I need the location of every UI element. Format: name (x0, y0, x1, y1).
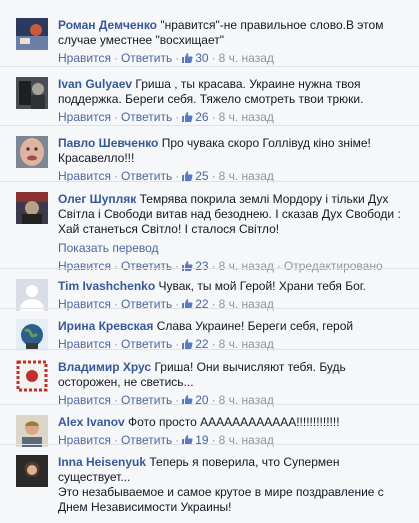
comment-item: Владимир Хрус Гриша! Они вычисляют тебя.… (0, 349, 419, 407)
comment-text: Фото просто АААААААААААА!!!!!!!!!!!!! (128, 415, 340, 429)
avatar[interactable] (16, 77, 48, 109)
avatar-photo-icon (16, 415, 48, 447)
comment-item: Павло Шевченко Про чувака скоро Голлівуд… (0, 125, 419, 183)
avatar[interactable] (16, 360, 48, 392)
comment-item: Inna Heisenyuk Теперь я поверила, что Су… (0, 444, 419, 523)
comments-feed: Роман Демченко "нравится"-не правильное … (0, 0, 419, 523)
thumbs-up-icon (182, 53, 193, 63)
timestamp[interactable]: 8 ч. назад (219, 110, 274, 124)
comment-author[interactable]: Роман Демченко (58, 18, 157, 32)
avatar-photo-icon (16, 136, 48, 168)
show-translation-link[interactable]: Показать перевод (58, 241, 159, 255)
timestamp[interactable]: 8 ч. назад (219, 51, 274, 65)
like-link[interactable]: Нравится (58, 110, 111, 124)
avatar-photo-icon (16, 360, 48, 392)
thumbs-up-icon (182, 339, 193, 349)
separator: · (175, 110, 180, 124)
avatar-photo-icon (16, 192, 48, 224)
like-link[interactable]: Нравится (58, 51, 111, 65)
like-count-value: 30 (195, 51, 209, 65)
separator: · (175, 51, 180, 65)
avatar[interactable] (16, 415, 48, 447)
avatar-photo-icon (16, 455, 48, 487)
comment-meta: Нравится · Ответить · 30 · 8 ч. назад (58, 50, 411, 66)
like-count[interactable]: 30 (182, 51, 209, 65)
comment-text: Чувак, ты мой Герой! Храни тебя Бог. (158, 279, 367, 293)
comment-item: Ivan Gulyaev Гриша , ты красава. Украине… (0, 66, 419, 125)
separator: · (211, 110, 216, 124)
separator: · (113, 51, 118, 65)
avatar[interactable] (16, 279, 48, 311)
comment-text: Слава Украине! Береги себя, герой (156, 319, 354, 333)
comment-item: Олег Шупляк Темрява покрила землі Мордор… (0, 181, 419, 273)
comment-item: Ирина Кревская Слава Украине! Береги себ… (0, 308, 419, 351)
avatar[interactable] (16, 455, 48, 487)
avatar[interactable] (16, 192, 48, 224)
avatar[interactable] (16, 136, 48, 168)
like-count[interactable]: 26 (182, 110, 209, 124)
comment-author[interactable]: Ирина Кревская (58, 319, 153, 333)
comment-author[interactable]: Tim Ivashchenko (58, 279, 155, 293)
comment-text-continued: Это незабываемое и самое крутое в мире п… (58, 485, 384, 514)
avatar-photo-icon (16, 319, 48, 351)
comment-item: Tim Ivashchenko Чувак, ты мой Герой! Хра… (0, 268, 419, 311)
translate-row: Показать перевод (58, 240, 411, 256)
reply-link[interactable]: Ответить (121, 51, 172, 65)
separator: · (113, 110, 118, 124)
thumbs-up-icon (182, 171, 193, 181)
comment-author[interactable]: Inna Heisenyuk (58, 455, 146, 469)
reply-link[interactable]: Ответить (121, 110, 172, 124)
avatar-photo-icon (16, 77, 48, 109)
comment-item: Роман Демченко "нравится"-не правильное … (0, 8, 419, 66)
avatar[interactable] (16, 319, 48, 351)
avatar[interactable] (16, 18, 48, 50)
comment-author[interactable]: Павло Шевченко (58, 136, 158, 150)
comment-author[interactable]: Владимир Хрус (58, 360, 151, 374)
comment-author[interactable]: Alex Ivanov (58, 415, 125, 429)
avatar-photo-icon (16, 18, 48, 50)
thumbs-up-icon (182, 112, 193, 122)
separator: · (211, 51, 216, 65)
default-avatar-icon (16, 279, 48, 311)
comment-meta: Нравится · Ответить · 26 · 8 ч. назад (58, 109, 411, 125)
comment-author[interactable]: Олег Шупляк (58, 192, 136, 206)
like-count-value: 26 (195, 110, 209, 124)
comment-author[interactable]: Ivan Gulyaev (58, 77, 132, 91)
comment-item: Alex Ivanov Фото просто АААААААААААА!!!!… (0, 404, 419, 447)
